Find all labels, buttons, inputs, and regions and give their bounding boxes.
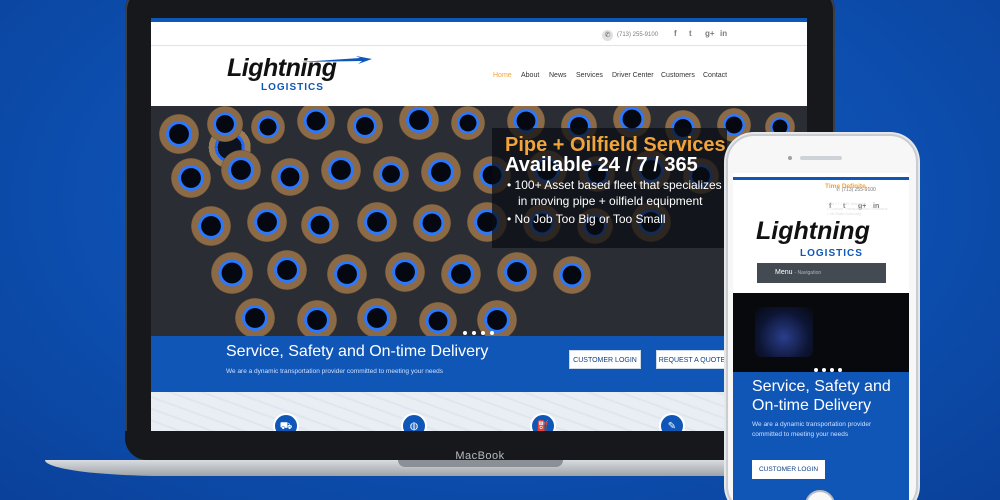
pipe-end	[553, 256, 591, 294]
phone-screen: ✆ (713) 255-9100 f t g+ in Lightning LOG…	[733, 173, 909, 500]
nav-services[interactable]: Services	[576, 72, 603, 79]
pipe-end	[297, 300, 337, 336]
laptop-notch	[398, 460, 563, 467]
lightning-bolt-icon	[300, 56, 372, 64]
pipe-end	[247, 202, 287, 242]
pipe-end	[321, 150, 361, 190]
pipe-end	[357, 298, 397, 336]
mobile-intro-title: Service, Safety and On-time Delivery	[752, 378, 891, 414]
pipe-end	[347, 108, 383, 144]
pipe-end	[211, 252, 253, 294]
pipe-end	[235, 298, 275, 336]
pipe-end	[267, 250, 307, 290]
pipe-end	[357, 202, 397, 242]
phone-camera-icon	[788, 156, 792, 160]
request-quote-button[interactable]: REQUEST A QUOTE	[656, 350, 728, 369]
hero-bullet: • No Job Too Big or Too Small	[507, 212, 666, 226]
mobile-hero-title1: Time Definite,	[825, 183, 868, 190]
google-plus-icon[interactable]: g+	[705, 29, 715, 38]
nav-about[interactable]: About	[521, 72, 539, 79]
nav-home[interactable]: Home	[493, 72, 512, 79]
phone-number[interactable]: (713) 255-9100	[617, 32, 658, 38]
mobile-customer-login-button[interactable]: CUSTOMER LOGIN	[752, 460, 825, 479]
pipe-end	[497, 252, 537, 292]
pipe-end	[271, 158, 309, 196]
phone-speaker	[800, 156, 842, 160]
pipe-end	[413, 204, 451, 242]
mobile-top-bar	[733, 177, 909, 180]
pipe-end	[373, 156, 409, 192]
facebook-icon[interactable]: f	[674, 29, 677, 38]
nav-news[interactable]: News	[549, 72, 567, 79]
utility-bar: ✆ (713) 255-9100 f t g+ in	[151, 22, 807, 46]
pipe-end	[385, 252, 425, 292]
pipe-end	[221, 150, 261, 190]
map-background	[151, 392, 807, 431]
laptop-screen: ✆ (713) 255-9100 f t g+ in Lightning LOG…	[151, 18, 807, 431]
hero-bullet-cont: in moving pipe + oilfield equipment	[518, 194, 703, 208]
pipe-end	[301, 206, 339, 244]
mobile-logo-main[interactable]: Lightning	[756, 217, 870, 246]
mobile-menu-button[interactable]: Menu - Navigation	[757, 263, 886, 283]
pipe-end	[207, 106, 243, 142]
pipe-end	[441, 254, 481, 294]
mobile-intro-subtitle: We are a dynamic transportation provider…	[752, 421, 872, 438]
mobile-hero-title2: Mission Critical Deliveries	[825, 191, 906, 198]
intro-subtitle: We are a dynamic transportation provider…	[226, 368, 444, 375]
site-logo[interactable]: Lightning LOGISTICS	[227, 54, 372, 93]
twitter-icon[interactable]: t	[689, 29, 692, 38]
nav-driver-center[interactable]: Driver Center	[612, 72, 654, 79]
mobile-hero-bullet: • 48 State Authority	[827, 211, 862, 216]
customer-login-button[interactable]: CUSTOMER LOGIN	[569, 350, 641, 369]
pipe-end	[451, 106, 485, 140]
pipe-end	[419, 302, 457, 336]
pipe-end	[171, 158, 211, 198]
pipe-end	[297, 106, 335, 140]
pipe-end	[251, 110, 285, 144]
pipe-end	[327, 254, 367, 294]
truck-image	[755, 307, 813, 357]
logo-sub-text: LOGISTICS	[261, 82, 324, 93]
linkedin-icon[interactable]: in	[720, 29, 727, 38]
pipe-end	[399, 106, 439, 140]
phone-icon: ✆	[602, 30, 613, 41]
mobile-logo-sub: LOGISTICS	[800, 248, 863, 259]
intro-title: Service, Safety and On-time Delivery	[226, 343, 489, 360]
hero-title-line2: Available 24 / 7 / 365	[505, 154, 698, 176]
pipe-end	[191, 206, 231, 246]
nav-contact[interactable]: Contact	[703, 72, 727, 79]
pipe-end	[159, 114, 199, 154]
nav-customers[interactable]: Customers	[661, 72, 695, 79]
hero-bullet: • 100+ Asset based fleet that specialize…	[507, 178, 722, 192]
pipe-end	[421, 152, 461, 192]
